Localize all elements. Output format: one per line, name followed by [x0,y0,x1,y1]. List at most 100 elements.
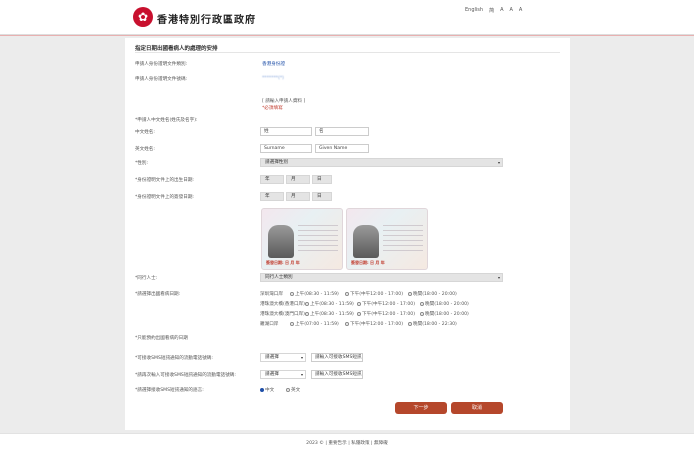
form-card: 指定日期出國看病人的處理的安排 申請人身份證明文件類別: 香港身份證 申請人身份… [125,38,570,430]
radio-icon[interactable] [357,311,361,316]
slot-option-label: 晚間(18:00 - 20:00) [425,312,469,317]
english-surname-input[interactable]: Surname [260,144,312,153]
radio-icon[interactable] [286,387,290,392]
dob-year-select[interactable]: 年 [260,175,284,184]
slot-name: 港珠澳大橋(澳門口岸) [260,312,305,317]
title-divider [135,52,560,53]
applicant-docno-label: 申請人身份證明文件號碼: [135,77,188,82]
issue-year-value: 年 [265,194,270,199]
dob-label: *身份證明文件上的出生日期: [135,178,194,183]
slot-option-label: 下午(中午12:00 - 17:00) [350,292,404,297]
slot-option[interactable]: 上午(08:30 - 11:59) [305,301,354,307]
sms-phone-confirm-input[interactable]: 請輸入可接收SMS短訊 [311,370,363,379]
slot-option[interactable]: 晚間(18:00 - 22:30) [408,321,457,327]
font-large-button[interactable]: A [519,7,522,14]
issue-month-select[interactable]: 月 [286,192,310,201]
chinese-surname-input[interactable]: 姓 [260,127,312,136]
radio-icon[interactable] [420,301,424,306]
slot-option-label: 下午(中午12:00 - 17:00) [362,312,416,317]
sex-label: *性別: [135,161,149,166]
english-given-name-input[interactable]: Given Name [315,144,369,153]
slot-name: 深圳灣口岸 [260,292,283,297]
sms-country-confirm-select[interactable]: 請選擇 ▾ [260,370,306,379]
note-line1: [ 請輸入申請人資料 ] [262,99,306,104]
slot-option-label: 下午(中午12:00 - 17:00) [350,322,404,327]
sms-language-english[interactable]: 英文 [286,387,300,393]
chinese-given-name-input[interactable]: 名 [315,127,369,136]
radio-icon[interactable] [357,301,361,306]
sms-phone-label: *可接收SMS短訊通知的流動電話號碼: [135,356,213,361]
sex-select[interactable]: 請選擇性別 ▾ [260,158,503,167]
radio-icon[interactable] [290,291,294,296]
slot-option[interactable]: 下午(中午12:00 - 17:00) [345,291,403,297]
site-footer: 2023 © | 重要告示 | 私隱政策 | 無障礙 [0,433,694,463]
font-small-button[interactable]: A [500,7,503,14]
radio-selected-icon[interactable] [260,387,264,392]
slot-note: *只能預約出國看病的日期 [135,336,188,341]
role-label: *同行人士: [135,276,158,281]
radio-icon[interactable] [420,311,424,316]
dob-month-select[interactable]: 月 [286,175,310,184]
slot-option[interactable]: 上午(08:30 - 11:59) [290,291,339,297]
issue-day-select[interactable]: 日 [312,192,332,201]
site-title: 香港特別行政區政府 [157,15,256,26]
english-name-label: 英文姓名: [135,147,155,152]
id-card-photo [268,225,294,258]
slot-option-label: 晚間(18:00 - 20:00) [413,292,457,297]
sms-language-label: *請選擇接收SMS短訊通知的語言: [135,388,204,393]
dob-month-value: 月 [291,177,296,182]
issue-day-value: 日 [317,194,322,199]
id-card-text-lines [383,225,423,253]
sms-country-select[interactable]: 請選擇 ▾ [260,353,306,362]
radio-icon[interactable] [345,291,349,296]
slot-option-label: 晚間(18:00 - 20:00) [425,302,469,307]
slot-option[interactable]: 晚間(18:00 - 20:00) [408,291,457,297]
sms-phone-input[interactable]: 請輸入可接收SMS短訊 [311,353,363,362]
form-title: 指定日期出國看病人的處理的安排 [135,46,218,52]
slot-option-label: 上午(07:00 - 11:59) [295,322,339,327]
slot-option[interactable]: 下午(中午12:00 - 17:00) [345,321,403,327]
slot-option-label: 下午(中午12:00 - 17:00) [362,302,416,307]
chinese-name-label: 中文姓名: [135,130,155,135]
sms-country-value: 請選擇 [265,355,279,360]
sms-country-confirm-value: 請選擇 [265,372,279,377]
font-medium-button[interactable]: A [510,7,513,14]
chevron-down-icon: ▾ [497,275,500,280]
slot-option-label: 晚間(18:00 - 22:30) [413,322,457,327]
slot-option[interactable]: 上午(08:30 - 11:59) [305,311,354,317]
lang-english-link[interactable]: English [465,7,483,14]
issue-month-value: 月 [291,194,296,199]
radio-icon[interactable] [408,321,412,326]
radio-icon[interactable] [290,321,294,326]
lang-simplified-link[interactable]: 简 [489,7,494,14]
role-select-value: 同行人士類別 [265,275,293,280]
sms-language-chinese[interactable]: 中文 [260,387,274,393]
slot-name: 港珠澳大橋(香港口岸) [260,302,305,307]
dob-year-value: 年 [265,177,270,182]
issue-year-select[interactable]: 年 [260,192,284,201]
radio-icon[interactable] [305,311,309,316]
id-card-sample-old: 簽發日期: 日 月 年 [261,208,343,270]
slot-option[interactable]: 下午(中午12:00 - 17:00) [357,311,415,317]
patient-name-label: *申請人中文姓名(姓氏及名字): [135,118,198,123]
cancel-button[interactable]: 取消 [451,402,503,414]
dob-day-select[interactable]: 日 [312,175,332,184]
slot-option[interactable]: 下午(中午12:00 - 17:00) [357,301,415,307]
slot-option[interactable]: 晚間(18:00 - 20:00) [420,311,469,317]
sex-select-value: 請選擇性別 [265,160,288,165]
slot-option[interactable]: 上午(07:00 - 11:59) [290,321,339,327]
applicant-doc-value: 香港身份證 [262,62,285,67]
footer-links[interactable]: 2023 © | 重要告示 | 私隱政策 | 無障礙 [0,440,694,446]
slot-option[interactable]: 晚間(18:00 - 20:00) [420,301,469,307]
issue-date-label: *身份證明文件上的簽發日期: [135,195,194,200]
id-card-photo [353,225,379,258]
slot-option-label: 上午(08:30 - 11:59) [310,302,354,307]
chevron-down-icon: ▾ [300,355,303,360]
radio-icon[interactable] [305,301,309,306]
radio-icon[interactable] [408,291,412,296]
sms-language-chinese-label: 中文 [265,388,275,393]
chevron-down-icon: ▾ [497,160,500,165]
radio-icon[interactable] [345,321,349,326]
role-select[interactable]: 同行人士類別 ▾ [260,273,503,282]
next-button[interactable]: 下一步 [395,402,447,414]
